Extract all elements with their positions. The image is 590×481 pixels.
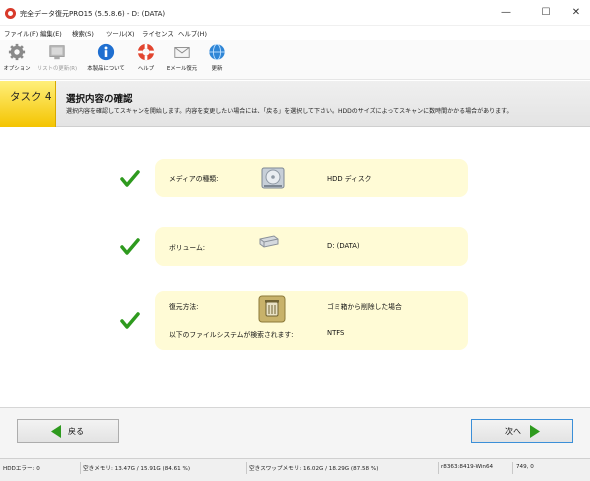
status-separator (80, 462, 81, 474)
update-globe-icon (209, 43, 225, 61)
envelope-icon (174, 47, 190, 58)
gear-icon (8, 43, 26, 61)
summary-restore-row: 復元方法: ゴミ箱から削除した場合 以下のファイルシステムが検索されます: NT… (155, 291, 468, 350)
restore-method-value: ゴミ箱から削除した場合 (327, 303, 402, 311)
menu-search[interactable]: 検索(S) (72, 29, 94, 38)
check-icon (120, 238, 140, 255)
status-separator (438, 462, 439, 474)
task-step-label: タスク 4 (10, 91, 52, 103)
lifebuoy-icon (137, 43, 155, 61)
summary-media-row: メディアの種類: HDD ディスク (155, 159, 468, 197)
title-bar: 完全データ復元PRO15 (5.5.8.6) - D: (DATA) — ☐ ✕ (0, 0, 590, 26)
summary-volume-row: ボリューム: D: (DATA) (155, 227, 468, 266)
hard-disk-icon (261, 167, 285, 189)
menu-file[interactable]: ファイル(F) (4, 29, 38, 38)
status-build: r8363:8419-Win64 (441, 464, 494, 470)
status-bar: HDDエラー: 0 空きメモリ: 13.47G / 15.91G (84.61 … (0, 458, 590, 481)
status-coords: 749, 0 (516, 464, 534, 470)
window-title: 完全データ復元PRO15 (5.5.8.6) - D: (DATA) (20, 10, 166, 18)
task-title: 選択内容の確認 (66, 94, 133, 105)
check-icon (120, 312, 140, 329)
recycle-bin-icon (258, 295, 286, 323)
toolbar-help-button[interactable]: ヘルプ (134, 43, 158, 77)
toolbar-refresh-list-button[interactable]: リストの更新(R) (34, 43, 80, 77)
arrow-right-icon (530, 425, 540, 438)
task-header: タスク 4 選択内容の確認 選択内容を確認してスキャンを開始します。内容を変更し… (0, 81, 590, 127)
app-icon (5, 8, 16, 19)
menu-edit[interactable]: 編集(E) (40, 29, 62, 38)
toolbar-email-restore-button[interactable]: Eメール復元 (163, 43, 201, 77)
next-button[interactable]: 次へ (471, 419, 573, 443)
maximize-button[interactable]: ☐ (532, 4, 560, 22)
task-step-badge: タスク 4 (0, 81, 56, 127)
restore-method-label: 復元方法: (169, 303, 199, 311)
close-button[interactable]: ✕ (562, 4, 590, 22)
toolbar-refresh-list-label: リストの更新(R) (36, 66, 78, 72)
back-button-label: 戻る (68, 427, 84, 436)
filesystem-label: 以下のファイルシステムが検索されます: (169, 331, 294, 339)
status-separator (512, 462, 513, 474)
toolbar-options-button[interactable]: オプション (3, 43, 31, 77)
status-free-memory: 空きメモリ: 13.47G / 15.91G (84.61 %) (83, 466, 191, 472)
minimize-button[interactable]: — (492, 4, 520, 22)
status-free-swap: 空きスワップメモリ: 16.02G / 18.29G (87.58 %) (249, 466, 379, 472)
toolbar-email-restore-label: Eメール復元 (166, 66, 198, 72)
toolbar-help-label: ヘルプ (137, 66, 155, 72)
toolbar-options-label: オプション (3, 66, 31, 72)
toolbar-update-label: 更新 (211, 66, 223, 72)
menu-license[interactable]: ライセンス (142, 29, 174, 38)
menu-help[interactable]: ヘルプ(H) (178, 29, 207, 38)
filesystem-value: NTFS (327, 329, 345, 337)
volume-value: D: (DATA) (327, 242, 360, 250)
status-separator (246, 462, 247, 474)
media-type-label: メディアの種類: (169, 175, 219, 183)
media-type-value: HDD ディスク (327, 175, 372, 183)
back-button[interactable]: 戻る (17, 419, 119, 443)
list-refresh-icon (49, 45, 65, 60)
toolbar: オプション リストの更新(R) 本製品について ヘルプ Eメール復元 更新 (0, 40, 590, 80)
info-icon (97, 43, 115, 61)
menu-tools[interactable]: ツール(X) (106, 29, 135, 38)
toolbar-about-label: 本製品について (87, 66, 125, 72)
status-hdd-errors: HDDエラー: 0 (3, 466, 40, 472)
volume-drive-icon (259, 235, 279, 248)
navigation-area: 戻る 次へ (0, 407, 590, 458)
check-icon (120, 170, 140, 187)
toolbar-update-button[interactable]: 更新 (205, 43, 229, 77)
toolbar-about-button[interactable]: 本製品について (84, 43, 128, 77)
arrow-left-icon (51, 425, 61, 438)
menu-bar: ファイル(F) 編集(E) 検索(S) ツール(X) ライセンス ヘルプ(H) (0, 26, 590, 40)
task-description: 選択内容を確認してスキャンを開始します。内容を変更したい場合には、「戻る」を選択… (66, 108, 513, 115)
next-button-label: 次へ (505, 427, 521, 436)
volume-label: ボリューム: (169, 244, 206, 252)
